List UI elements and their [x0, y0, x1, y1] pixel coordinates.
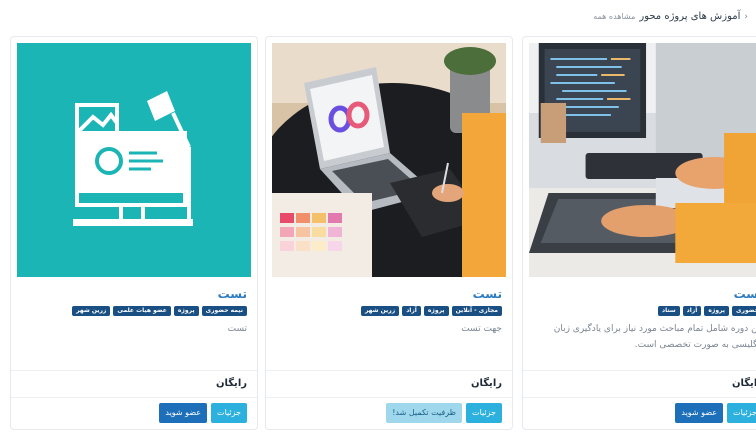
tag-attendance: مجازی - آنلاین [451, 306, 502, 316]
tag-audience: عضو هیات علمی [113, 306, 171, 316]
details-button[interactable]: جزئیات [466, 403, 502, 423]
chevron-left-icon: ‹ [744, 12, 748, 22]
course-price: رایگان [470, 378, 502, 389]
divider [11, 397, 257, 398]
details-button[interactable]: جزئیات [727, 403, 756, 423]
view-all-link[interactable]: مشاهده همه [593, 12, 635, 21]
course-title[interactable]: تست [218, 287, 247, 301]
course-card: تست حضوری پروژه آزاد ستاد این دوره شامل … [522, 36, 756, 430]
tag-type: پروژه [704, 306, 730, 316]
course-card: تست مجازی - آنلاین پروژه آزاد زرین شهر ج… [265, 36, 513, 430]
divider [266, 370, 512, 371]
course-price: رایگان [215, 378, 247, 389]
section-title: آموزش های پروژه محور [639, 11, 741, 22]
course-price: رایگان [731, 378, 756, 389]
card-actions: جزئیات ظرفیت تکمیل شد! [386, 403, 502, 423]
course-description: تست [227, 324, 247, 334]
course-tags: نیمه حضوری پروژه عضو هیات علمی زرین شهر [21, 306, 247, 316]
tag-type: پروژه [173, 306, 199, 316]
course-image-laptop[interactable] [272, 43, 506, 277]
tag-access: آزاد [682, 306, 702, 316]
tag-attendance: نیمه حضوری [201, 306, 247, 316]
card-actions: جزئیات عضو شوید [675, 403, 756, 423]
course-description: جهت تست [461, 324, 502, 334]
course-title[interactable]: تست [473, 287, 502, 301]
tag-attendance: حضوری [732, 306, 756, 316]
computer-illustration [17, 43, 251, 277]
course-tags: مجازی - آنلاین پروژه آزاد زرین شهر [276, 306, 502, 316]
join-button[interactable]: عضو شوید [675, 403, 724, 423]
details-button[interactable]: جزئیات [211, 403, 247, 423]
tag-location: زرین شهر [360, 306, 400, 316]
tag-access: آزاد [402, 306, 421, 316]
course-image-programmer[interactable] [529, 43, 756, 277]
course-card: تست نیمه حضوری پروژه عضو هیات علمی زرین … [10, 36, 258, 430]
tag-location: ستاد [657, 306, 680, 316]
laptop-photo [272, 43, 506, 277]
course-title[interactable]: تست [734, 287, 756, 301]
divider [523, 370, 756, 371]
capacity-full-button[interactable]: ظرفیت تکمیل شد! [386, 403, 463, 423]
divider [523, 397, 756, 398]
section-breadcrumb: ‹ آموزش های پروژه محور مشاهده همه [593, 11, 748, 22]
programmer-photo [529, 43, 756, 277]
tag-location: زرین شهر [72, 306, 111, 316]
join-button[interactable]: عضو شوید [159, 403, 208, 423]
card-actions: جزئیات عضو شوید [159, 403, 247, 423]
tag-type: پروژه [423, 306, 449, 316]
course-description: این دوره شامل تمام مباحث مورد نیاز برای … [553, 324, 756, 350]
course-image-illustration[interactable] [17, 43, 251, 277]
divider [11, 370, 257, 371]
divider [266, 397, 512, 398]
course-tags: حضوری پروژه آزاد ستاد [533, 306, 756, 316]
